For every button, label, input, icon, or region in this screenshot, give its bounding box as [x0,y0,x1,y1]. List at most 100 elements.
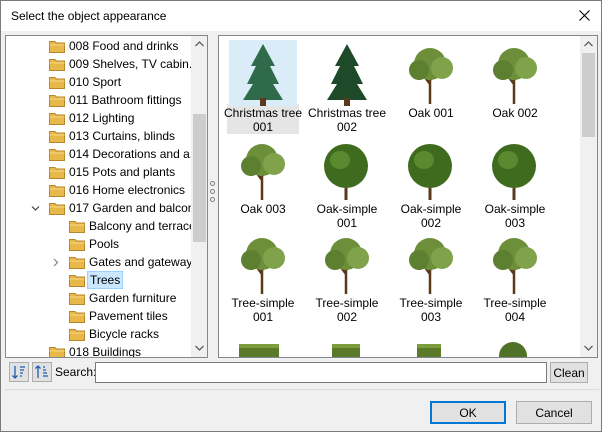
clean-button[interactable]: Clean [550,362,588,383]
folder-icon [69,221,85,233]
folder-icon [49,41,65,53]
sort-ascending-button[interactable] [9,362,29,382]
close-icon [579,10,590,21]
tree-item[interactable]: 014 Decorations and a... [6,145,200,163]
sort-ascending-icon [12,366,25,379]
bush-icon [492,144,536,200]
close-button[interactable] [569,1,601,31]
appearance-item[interactable]: Tree-simple 004 [475,226,555,326]
appearance-item[interactable]: Oak 001 [391,36,471,136]
tree-item[interactable]: 010 Sport [6,73,190,91]
tree-item-label: 010 Sport [69,75,122,89]
tree-item-label: Balcony and terrace [89,219,196,233]
title-bar[interactable]: Select the object appearance [1,1,601,31]
chevron-down-icon[interactable] [31,204,40,213]
tree-item[interactable]: Pools [6,235,190,253]
tree-item-label: Garden furniture [89,291,177,305]
appearance-item-caption: Oak 002 [492,106,538,120]
folder-icon [49,347,65,357]
tree-item-label: 016 Home electronics [69,183,186,197]
grid-scroll-down[interactable] [580,340,597,357]
folder-open-icon [69,275,85,287]
grid-scroll-thumb[interactable] [582,53,595,137]
appearance-item-caption: Christmas tree 002 [307,106,387,134]
appearance-grid[interactable]: Christmas tree 001 Christmas tree 002 Oak … [218,35,598,358]
tree-item-label: 009 Shelves, TV cabin... [69,57,199,71]
tree-item[interactable]: Balcony and terrace [6,217,196,235]
folder-icon [49,185,65,197]
tree-item[interactable]: Pavement tiles [6,307,190,325]
folder-icon [49,59,65,71]
hedge-icon [332,344,360,357]
tree-item[interactable]: 009 Shelves, TV cabin... [6,55,199,73]
tree-item[interactable]: Gates and gateways [6,253,198,271]
appearance-item-caption: Tree-simple 004 [483,296,547,324]
appearance-item[interactable]: Oak 003 [223,132,303,232]
tree-scrollbar[interactable] [191,36,207,357]
tree-item[interactable]: 018 Buildings [6,343,190,358]
tree-scroll-thumb[interactable] [193,114,206,242]
appearance-item-caption: Oak 001 [408,106,454,120]
conifer-icon [327,44,367,106]
folder-icon [69,293,85,305]
tree-scroll-down[interactable] [191,340,207,357]
search-label: Search: [55,365,97,379]
footer-separator [5,389,599,390]
appearance-item[interactable]: Christmas tree 001 [223,36,303,136]
appearance-item[interactable]: Christmas tree 002 [307,36,387,136]
folder-icon [49,149,65,161]
tree-item[interactable]: Garden furniture [6,289,190,307]
tree-item-label: 012 Lighting [69,111,135,125]
appearance-item[interactable]: Tree-simple 002 [307,226,387,326]
tree-item-label: Pavement tiles [89,309,168,323]
appearance-item[interactable]: Oak-simple 002 [391,132,471,232]
appearance-item[interactable]: Tree-simple 001 [223,226,303,326]
tree-icon [241,238,285,294]
tree-icon [409,238,453,294]
search-input[interactable] [95,362,547,383]
appearance-item[interactable]: Oak-simple 001 [307,132,387,232]
tree-item[interactable]: 013 Curtains, blinds [6,127,190,145]
tree-item[interactable]: 011 Bathroom fittings [6,91,190,109]
ok-button[interactable]: OK [430,401,506,424]
tree-item-label: 008 Food and drinks [69,39,179,53]
tree-item-label: 014 Decorations and a... [69,147,200,161]
appearance-item[interactable]: Tree-simple 003 [391,226,471,326]
appearance-item-caption: Oak 003 [240,202,286,216]
tree-item[interactable]: 015 Pots and plants [6,163,190,181]
tree-item-label: Pools [89,237,120,251]
panel-splitter[interactable] [209,181,217,211]
folder-icon [49,95,65,107]
bush-icon [324,144,368,200]
tree-icon [325,238,369,294]
appearance-item-caption: Tree-simple 001 [231,296,295,324]
chevron-down-icon [195,345,204,351]
chevron-right-icon[interactable] [51,258,60,267]
chevron-down-icon [584,345,593,351]
folder-icon [49,203,65,215]
category-tree[interactable]: 008 Food and drinks 009 Shelves, TV cabin… [5,35,208,358]
tree-scroll-up[interactable] [191,36,207,53]
folder-icon [69,329,85,341]
tree-item[interactable]: Bicycle racks [6,325,190,343]
tree-item-label: 018 Buildings [69,345,142,358]
grid-scrollbar[interactable] [580,36,597,357]
tree-item[interactable]: 017 Garden and balcony [6,199,200,217]
tree-item-label: Bicycle racks [89,327,160,341]
cancel-button[interactable]: Cancel [516,401,592,424]
appearance-item-caption: Tree-simple 002 [315,296,379,324]
appearance-item[interactable]: Oak-simple 003 [475,132,555,232]
bush-icon [408,144,452,200]
tree-item[interactable]: 008 Food and drinks [6,37,190,55]
tree-item-label: Gates and gateways [89,255,199,269]
window-title: Select the object appearance [11,9,167,23]
tree-icon [493,48,537,104]
appearance-item[interactable]: Oak 002 [475,36,555,136]
tree-item-label: 013 Curtains, blinds [69,129,176,143]
appearance-item-caption: Tree-simple 003 [399,296,463,324]
grid-scroll-up[interactable] [580,36,597,53]
tree-item[interactable]: Trees [6,271,190,289]
tree-item[interactable]: 012 Lighting [6,109,190,127]
sort-descending-button[interactable] [32,362,52,382]
tree-item[interactable]: 016 Home electronics [6,181,190,199]
